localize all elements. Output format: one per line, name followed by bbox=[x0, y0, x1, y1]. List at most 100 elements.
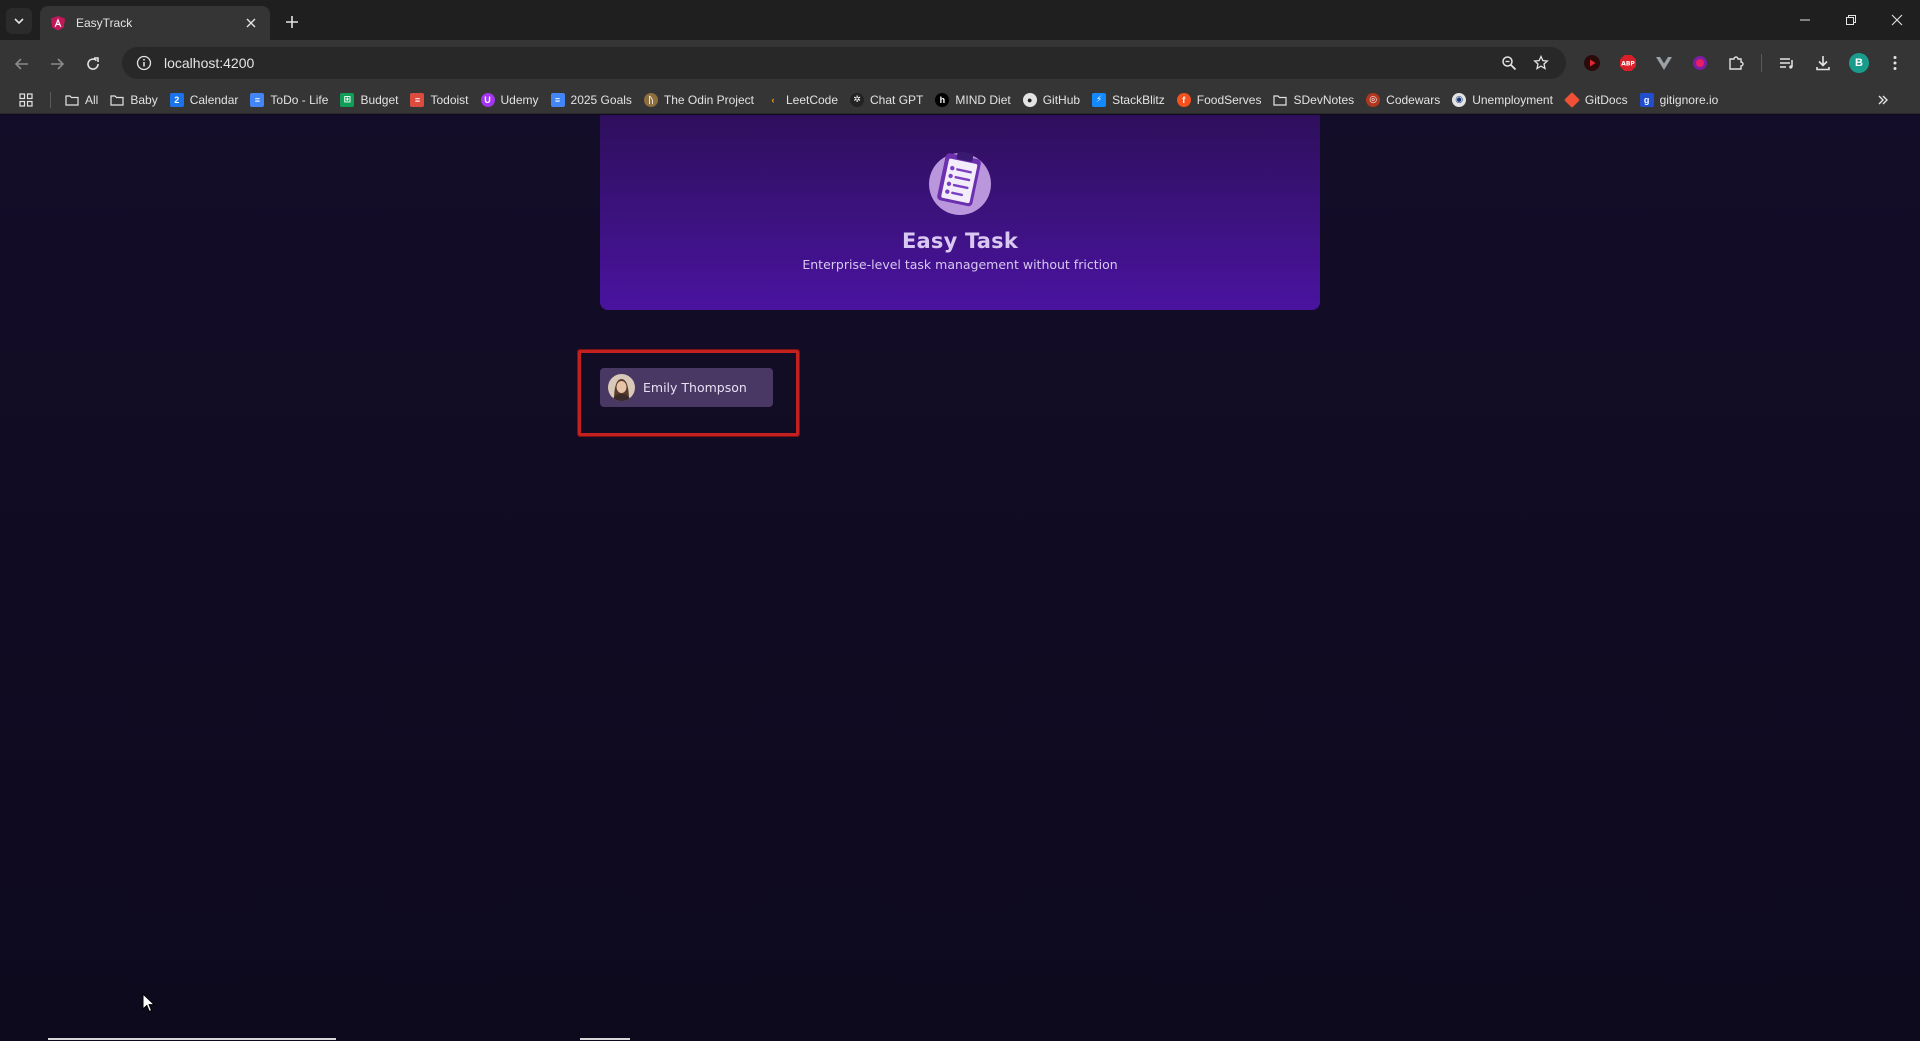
browser-titlebar: EasyTrack bbox=[0, 0, 1920, 40]
plus-icon bbox=[286, 16, 298, 28]
git-icon bbox=[1563, 91, 1580, 108]
bookmark-budget[interactable]: ⊞ Budget bbox=[334, 88, 404, 112]
bookmark-unemployment[interactable]: ◉ Unemployment bbox=[1446, 88, 1559, 112]
more-bookmarks-button[interactable] bbox=[1872, 89, 1894, 111]
bookmark-label: Budget bbox=[360, 92, 399, 107]
foodserves-icon: f bbox=[1176, 92, 1191, 107]
reload-icon bbox=[87, 57, 99, 70]
arrow-right-icon bbox=[51, 58, 65, 70]
github-icon: ● bbox=[1022, 92, 1037, 107]
profile-button[interactable]: B bbox=[1845, 49, 1873, 77]
close-tab-icon[interactable] bbox=[242, 14, 260, 32]
task-clipboard-logo-icon bbox=[929, 151, 991, 215]
bookmark-todoist[interactable]: ≡ Todoist bbox=[404, 88, 474, 112]
bookmark-odin-project[interactable]: ᚢ The Odin Project bbox=[638, 88, 760, 112]
bookmark-gitdocs[interactable]: GitDocs bbox=[1559, 88, 1634, 112]
new-tab-button[interactable] bbox=[280, 10, 304, 34]
media-control-icon[interactable] bbox=[1773, 49, 1801, 77]
bookmark-label: 2025 Goals bbox=[570, 92, 632, 107]
bookmark-foodserves[interactable]: f FoodServes bbox=[1171, 88, 1268, 112]
bookmark-calendar[interactable]: 2 Calendar bbox=[164, 88, 245, 112]
user-avatar bbox=[608, 374, 635, 401]
download-icon[interactable] bbox=[1809, 49, 1837, 77]
openai-icon: ✲ bbox=[850, 92, 865, 107]
bookmark-gitignore[interactable]: g gitignore.io bbox=[1634, 88, 1725, 112]
stackblitz-icon: ⚡ bbox=[1092, 92, 1107, 107]
todoist-icon: ≡ bbox=[410, 92, 425, 107]
bookmark-label: FoodServes bbox=[1196, 92, 1262, 107]
url-text[interactable]: localhost:4200 bbox=[164, 55, 1490, 71]
mind-icon: h bbox=[935, 92, 950, 107]
bookmark-mind-diet[interactable]: h MIND Diet bbox=[929, 88, 1016, 112]
zoom-icon[interactable] bbox=[1496, 50, 1522, 76]
folder-icon bbox=[1273, 93, 1288, 107]
bookmark-label: Calendar bbox=[189, 92, 239, 107]
gitignore-icon: g bbox=[1639, 92, 1654, 107]
bookmark-todo-life[interactable]: ≡ ToDo - Life bbox=[244, 88, 334, 112]
address-bar[interactable]: localhost:4200 bbox=[122, 47, 1566, 79]
bookmark-label: Chat GPT bbox=[870, 92, 924, 107]
bookmark-leetcode[interactable]: ‹ LeetCode bbox=[760, 88, 844, 112]
user-name: Emily Thompson bbox=[643, 380, 747, 395]
codewars-icon: ◎ bbox=[1366, 92, 1381, 107]
bookmark-label: GitHub bbox=[1042, 92, 1081, 107]
bookmark-sdevnotes[interactable]: SDevNotes bbox=[1267, 88, 1360, 112]
chevron-double-right-icon bbox=[1878, 95, 1888, 105]
forward-button[interactable] bbox=[44, 51, 70, 77]
bookmark-udemy[interactable]: U Udemy bbox=[475, 88, 545, 112]
taskbar-indicator bbox=[48, 1038, 336, 1040]
app-subtitle: Enterprise-level task management without… bbox=[802, 257, 1118, 272]
bookmark-label: GitDocs bbox=[1584, 92, 1628, 107]
udemy-icon: U bbox=[480, 92, 495, 107]
puzzle-extensions-icon[interactable] bbox=[1722, 49, 1750, 77]
chevron-down-icon bbox=[14, 18, 24, 25]
bookmark-2025-goals[interactable]: ≡ 2025 Goals bbox=[545, 88, 638, 112]
bookmark-baby[interactable]: Baby bbox=[104, 88, 163, 112]
user-button-emily-thompson[interactable]: Emily Thompson bbox=[600, 368, 773, 407]
bookmark-label: The Odin Project bbox=[663, 92, 754, 107]
bookmark-label: StackBlitz bbox=[1112, 92, 1165, 107]
vue-devtools-icon[interactable] bbox=[1650, 49, 1678, 77]
browser-tab[interactable]: EasyTrack bbox=[40, 6, 270, 40]
bookmark-github[interactable]: ● GitHub bbox=[1017, 88, 1086, 112]
angular-icon bbox=[51, 16, 65, 31]
tab-title: EasyTrack bbox=[76, 16, 133, 30]
bookmark-star-icon[interactable] bbox=[1528, 50, 1554, 76]
bookmark-label: Unemployment bbox=[1472, 92, 1553, 107]
bookmark-label: All bbox=[85, 92, 99, 107]
minimize-button[interactable] bbox=[1782, 0, 1828, 40]
browser-menu-icon[interactable] bbox=[1881, 49, 1909, 77]
bookmarks-bar: All Baby 2 Calendar ≡ ToDo - Life ⊞ Budg… bbox=[0, 86, 1920, 114]
extensions-area: ABP B bbox=[1578, 49, 1909, 77]
folder-icon bbox=[110, 93, 124, 107]
bookmark-label: Todoist bbox=[430, 92, 469, 107]
page-viewport: Easy Task Enterprise-level task manageme… bbox=[0, 115, 1920, 1041]
adblock-extension-icon[interactable]: ABP bbox=[1614, 49, 1642, 77]
reload-button[interactable] bbox=[80, 51, 106, 77]
profile-avatar: B bbox=[1849, 53, 1869, 73]
bookmark-label: SDevNotes bbox=[1293, 92, 1355, 107]
svg-text:ABP: ABP bbox=[1621, 61, 1635, 68]
bookmark-label: Baby bbox=[130, 92, 158, 107]
close-window-button[interactable] bbox=[1874, 0, 1920, 40]
bookmark-label: ToDo - Life bbox=[270, 92, 329, 107]
restore-button[interactable] bbox=[1828, 0, 1874, 40]
bookmark-chat-gpt[interactable]: ✲ Chat GPT bbox=[844, 88, 929, 112]
angular-devtools-icon[interactable] bbox=[1686, 49, 1714, 77]
bookmark-codewars[interactable]: ◎ Codewars bbox=[1360, 88, 1446, 112]
bookmark-label: Udemy bbox=[500, 92, 539, 107]
youtube-extension-icon[interactable] bbox=[1578, 49, 1606, 77]
browser-toolbar: localhost:4200 ABP B bbox=[0, 40, 1920, 86]
site-info-icon[interactable] bbox=[134, 53, 154, 73]
tab-search-button[interactable] bbox=[6, 8, 32, 34]
bookmark-all[interactable]: All bbox=[59, 88, 104, 112]
bookmark-label: LeetCode bbox=[785, 92, 839, 107]
back-button[interactable] bbox=[9, 51, 35, 77]
apps-grid-icon[interactable] bbox=[14, 89, 38, 111]
odin-icon: ᚢ bbox=[643, 92, 658, 107]
bookmark-stackblitz[interactable]: ⚡ StackBlitz bbox=[1086, 88, 1171, 112]
sheets-icon: ⊞ bbox=[340, 92, 355, 107]
app-title: Easy Task bbox=[901, 229, 1019, 253]
leetcode-icon: ‹ bbox=[771, 94, 775, 105]
mouse-cursor-icon bbox=[142, 993, 156, 1013]
